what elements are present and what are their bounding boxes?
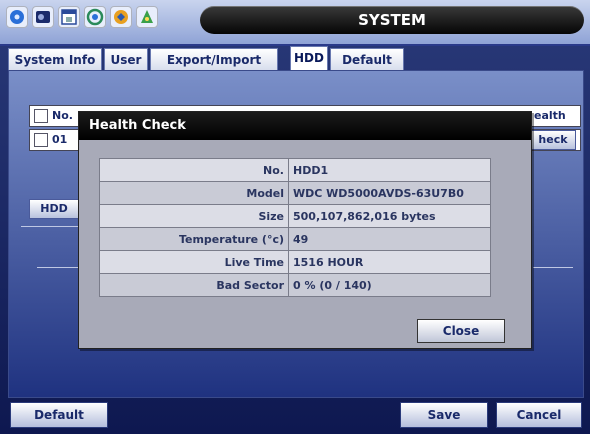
label-size: Size: [99, 204, 289, 228]
label-no: No.: [99, 158, 289, 182]
value-bad-sector: 0 % (0 / 140): [288, 273, 491, 297]
info-row-temperature: Temperature (°c) 49: [99, 227, 491, 251]
row-no: 01: [52, 133, 68, 146]
tab-user[interactable]: User: [104, 48, 148, 71]
value-size: 500,107,862,016 bytes: [288, 204, 491, 228]
record-icon[interactable]: [32, 6, 54, 28]
tab-default[interactable]: Default: [330, 48, 404, 71]
calendar-icon[interactable]: [58, 6, 80, 28]
col-health-header: ealth: [534, 109, 566, 122]
top-menu-bar: SYSTEM: [0, 0, 590, 46]
info-row-model: Model WDC WD5000AVDS-63U7B0: [99, 181, 491, 205]
window-title: SYSTEM: [200, 6, 584, 34]
select-all-checkbox[interactable]: [34, 109, 48, 123]
cancel-button[interactable]: Cancel: [496, 402, 582, 428]
row-checkbox[interactable]: [34, 133, 48, 147]
label-bad-sector: Bad Sector: [99, 273, 289, 297]
divider: [533, 267, 573, 268]
label-live-time: Live Time: [99, 250, 289, 274]
devices-icon[interactable]: [110, 6, 132, 28]
value-temperature: 49: [288, 227, 491, 251]
info-row-no: No. HDD1: [99, 158, 491, 182]
save-button[interactable]: Save: [400, 402, 488, 428]
info-row-size: Size 500,107,862,016 bytes: [99, 204, 491, 228]
info-row-live-time: Live Time 1516 HOUR: [99, 250, 491, 274]
label-model: Model: [99, 181, 289, 205]
close-button[interactable]: Close: [417, 319, 505, 343]
value-no: HDD1: [288, 158, 491, 182]
label-temperature: Temperature (°c): [99, 227, 289, 251]
disk-icon[interactable]: [6, 6, 28, 28]
col-no-header: No.: [52, 109, 73, 122]
health-check-dialog: Health Check No. HDD1 Model WDC WD5000AV…: [78, 111, 532, 349]
default-button[interactable]: Default: [10, 402, 108, 428]
divider: [37, 267, 81, 268]
hdd-button[interactable]: HDD: [29, 199, 79, 219]
tab-system-info[interactable]: System Info: [8, 48, 102, 71]
dialog-title: Health Check: [79, 112, 531, 140]
health-info-table: No. HDD1 Model WDC WD5000AVDS-63U7B0 Siz…: [99, 158, 491, 297]
health-check-button[interactable]: heck: [530, 130, 576, 150]
value-live-time: 1516 HOUR: [288, 250, 491, 274]
divider: [21, 226, 81, 227]
event-icon[interactable]: [136, 6, 158, 28]
tab-hdd[interactable]: HDD: [290, 46, 328, 71]
value-model: WDC WD5000AVDS-63U7B0: [288, 181, 491, 205]
dvr-screen: SYSTEM System Info User Export/Import HD…: [0, 0, 590, 434]
network-icon[interactable]: [84, 6, 106, 28]
tab-export-import[interactable]: Export/Import: [150, 48, 278, 71]
info-row-bad-sector: Bad Sector 0 % (0 / 140): [99, 273, 491, 297]
